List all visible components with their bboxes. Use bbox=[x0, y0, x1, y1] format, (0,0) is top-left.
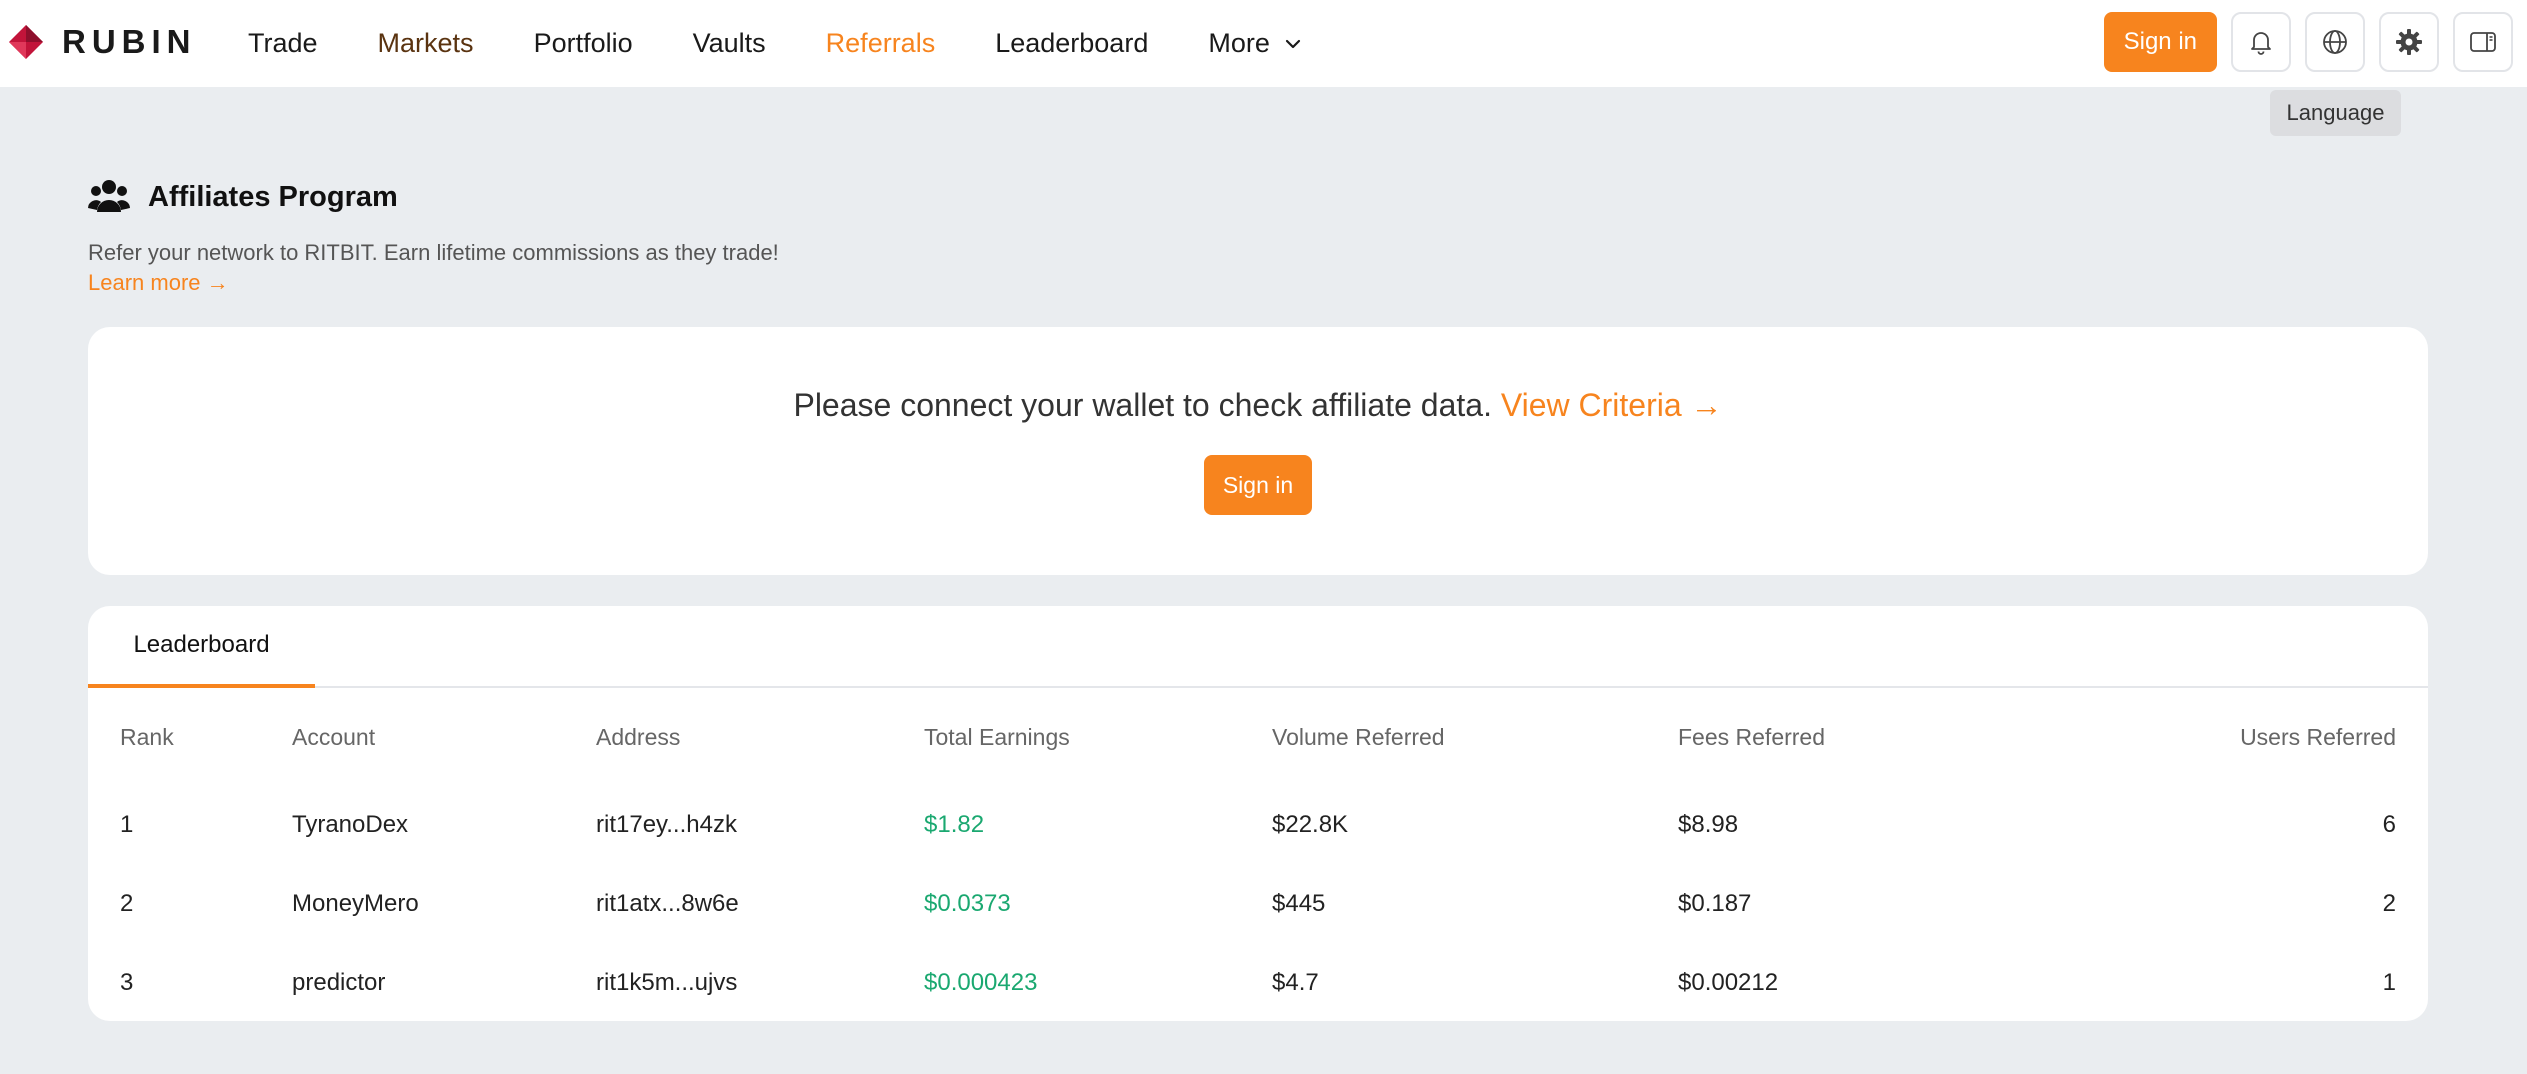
gear-icon bbox=[2396, 29, 2422, 55]
view-criteria-link[interactable]: View Criteria → bbox=[1501, 387, 1723, 423]
nav-referrals[interactable]: Referrals bbox=[826, 28, 936, 59]
address-cell: rit17ey...h4zk bbox=[596, 811, 737, 838]
volume-cell: $4.7 bbox=[1272, 969, 1319, 996]
users-cell: 6 bbox=[2382, 811, 2396, 838]
chevron-down-icon bbox=[1285, 39, 1300, 48]
signin-button[interactable]: Sign in bbox=[2103, 12, 2217, 72]
header-actions: Sign in bbox=[2103, 12, 2513, 72]
users-cell: 1 bbox=[2382, 969, 2396, 996]
table-header: Rank Account Address Total Earnings Volu… bbox=[88, 707, 2428, 767]
column-header-total-earnings: Total Earnings bbox=[924, 723, 1070, 750]
earnings-cell: $0.0373 bbox=[924, 890, 1011, 917]
earnings-cell: $0.000423 bbox=[924, 969, 1038, 996]
column-header-account: Account bbox=[292, 723, 376, 750]
learn-more-link[interactable]: Learn more → bbox=[88, 270, 229, 296]
nav-trade[interactable]: Trade bbox=[248, 28, 318, 59]
table-row[interactable]: 3 predictor rit1k5m...ujvs $0.000423 $4.… bbox=[88, 953, 2428, 1013]
connect-message: Please connect your wallet to check affi… bbox=[793, 387, 1492, 423]
column-header-volume-referred: Volume Referred bbox=[1272, 723, 1445, 750]
notifications-button[interactable] bbox=[2231, 12, 2291, 72]
leaderboard-card: Leaderboard Rank Account Address Total E… bbox=[88, 606, 2428, 1021]
sidebar-toggle-button[interactable] bbox=[2453, 12, 2513, 72]
volume-cell: $22.8K bbox=[1272, 811, 1349, 838]
account-cell: MoneyMero bbox=[292, 890, 419, 917]
address-cell: rit1k5m...ujvs bbox=[596, 969, 738, 996]
language-tooltip: Language bbox=[2270, 90, 2401, 136]
address-cell: rit1atx...8w6e bbox=[596, 890, 739, 917]
connect-message-line: Please connect your wallet to check affi… bbox=[88, 387, 2428, 424]
volume-cell: $445 bbox=[1272, 890, 1326, 917]
affiliates-header: Affiliates Program bbox=[88, 178, 398, 216]
account-cell: TyranoDex bbox=[292, 811, 409, 838]
account-cell: predictor bbox=[292, 969, 386, 996]
settings-button[interactable] bbox=[2379, 12, 2439, 72]
main-nav: Trade Markets Portfolio Vaults Referrals… bbox=[248, 0, 1362, 87]
connect-wallet-card: Please connect your wallet to check affi… bbox=[88, 327, 2428, 575]
rank-cell: 1 bbox=[120, 811, 134, 838]
users-cell: 2 bbox=[2382, 890, 2396, 917]
language-button[interactable] bbox=[2305, 12, 2365, 72]
top-navbar: RUBIN Trade Markets Portfolio Vaults Ref… bbox=[0, 0, 2527, 87]
column-header-fees-referred: Fees Referred bbox=[1678, 723, 1826, 750]
brand-name: RUBIN bbox=[62, 23, 197, 60]
rank-cell: 2 bbox=[120, 890, 134, 917]
rank-cell: 3 bbox=[120, 969, 134, 996]
leaderboard-tabs: Leaderboard bbox=[88, 606, 2428, 688]
globe-icon bbox=[2323, 30, 2347, 54]
fees-cell: $8.98 bbox=[1678, 811, 1739, 838]
nav-more[interactable]: More bbox=[1208, 28, 1302, 59]
table-row[interactable]: 2 MoneyMero rit1atx...8w6e $0.0373 $445 … bbox=[88, 874, 2428, 934]
page-title: Affiliates Program bbox=[148, 180, 398, 213]
panel-icon bbox=[2470, 32, 2496, 52]
logo-diamond-icon bbox=[9, 25, 43, 59]
nav-more-label: More bbox=[1208, 28, 1270, 58]
logo[interactable]: RUBIN bbox=[8, 22, 197, 62]
earnings-cell: $1.82 bbox=[924, 811, 985, 838]
nav-portfolio[interactable]: Portfolio bbox=[534, 28, 633, 59]
nav-leaderboard[interactable]: Leaderboard bbox=[995, 28, 1148, 59]
fees-cell: $0.187 bbox=[1678, 890, 1752, 917]
users-group-icon bbox=[88, 180, 130, 212]
tab-leaderboard[interactable]: Leaderboard bbox=[88, 606, 315, 688]
bell-icon bbox=[2251, 32, 2271, 55]
fees-cell: $0.00212 bbox=[1678, 969, 1779, 996]
affiliates-description: Refer your network to RITBIT. Earn lifet… bbox=[88, 240, 779, 265]
column-header-users-referred: Users Referred bbox=[2240, 723, 2396, 750]
column-header-address: Address bbox=[596, 723, 681, 750]
nav-markets[interactable]: Markets bbox=[378, 28, 474, 59]
table-row[interactable]: 1 TyranoDex rit17ey...h4zk $1.82 $22.8K … bbox=[88, 795, 2428, 855]
card-signin-button[interactable]: Sign in bbox=[1204, 455, 1312, 515]
nav-vaults[interactable]: Vaults bbox=[693, 28, 766, 59]
column-header-rank: Rank bbox=[120, 723, 174, 750]
